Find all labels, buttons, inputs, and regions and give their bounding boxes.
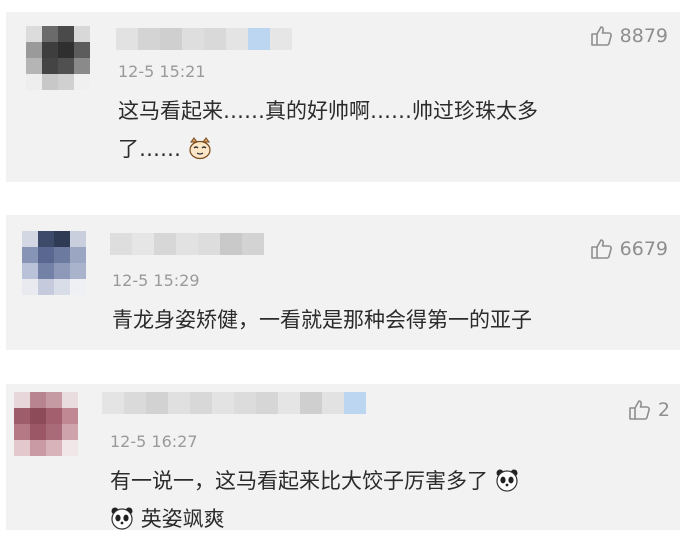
comment-card: 12-5 15:21 8879 这马看起来……真的好帅啊……帅过珍珠太多 了…… — [6, 12, 680, 182]
username-mosaic[interactable] — [102, 392, 366, 414]
comment-card: 12-5 15:29 6679 青龙身姿矫健，一看就是那种会得第一的亚子 — [6, 215, 680, 350]
username-mosaic[interactable] — [110, 233, 264, 255]
comment-text: 这马看起来……真的好帅啊……帅过珍珠太多 了…… — [118, 92, 658, 168]
comment-time: 12-5 15:21 — [118, 62, 206, 81]
comment-card: 12-5 16:27 2 有一说一，这马看起来比大饺子厉害多了 英姿飒爽 — [6, 384, 680, 531]
avatar[interactable] — [22, 231, 86, 295]
thumbs-up-icon — [629, 400, 650, 420]
comment-text-line: 英姿飒爽 — [140, 507, 225, 531]
like-count: 2 — [657, 399, 670, 421]
like-count: 6679 — [619, 238, 668, 260]
comment-time: 12-5 16:27 — [110, 432, 198, 451]
comment-text-line: 这马看起来……真的好帅啊……帅过珍珠太多 — [118, 99, 538, 123]
comment-text-line: 青龙身姿矫健，一看就是那种会得第一的亚子 — [112, 308, 532, 332]
comment-text-line: 有一说一，这马看起来比大饺子厉害多了 — [110, 469, 488, 493]
like-count: 8879 — [619, 25, 668, 47]
panda-face-icon — [111, 507, 133, 530]
cat-face-icon — [189, 137, 211, 160]
thumbs-up-icon — [590, 26, 612, 46]
comment-text-line: 了…… — [118, 137, 181, 161]
avatar[interactable] — [26, 26, 90, 90]
username-mosaic[interactable] — [116, 28, 292, 50]
like-button[interactable]: 6679 — [590, 237, 668, 261]
like-button[interactable]: 8879 — [590, 24, 668, 48]
comment-text: 青龙身姿矫健，一看就是那种会得第一的亚子 — [112, 301, 672, 339]
thumbs-up-icon — [590, 239, 612, 259]
panda-face-icon — [496, 469, 518, 492]
comment-text: 有一说一，这马看起来比大饺子厉害多了 英姿飒爽 — [110, 462, 670, 538]
like-button[interactable]: 2 — [628, 398, 670, 422]
avatar[interactable] — [14, 392, 78, 456]
comment-time: 12-5 15:29 — [112, 271, 200, 290]
